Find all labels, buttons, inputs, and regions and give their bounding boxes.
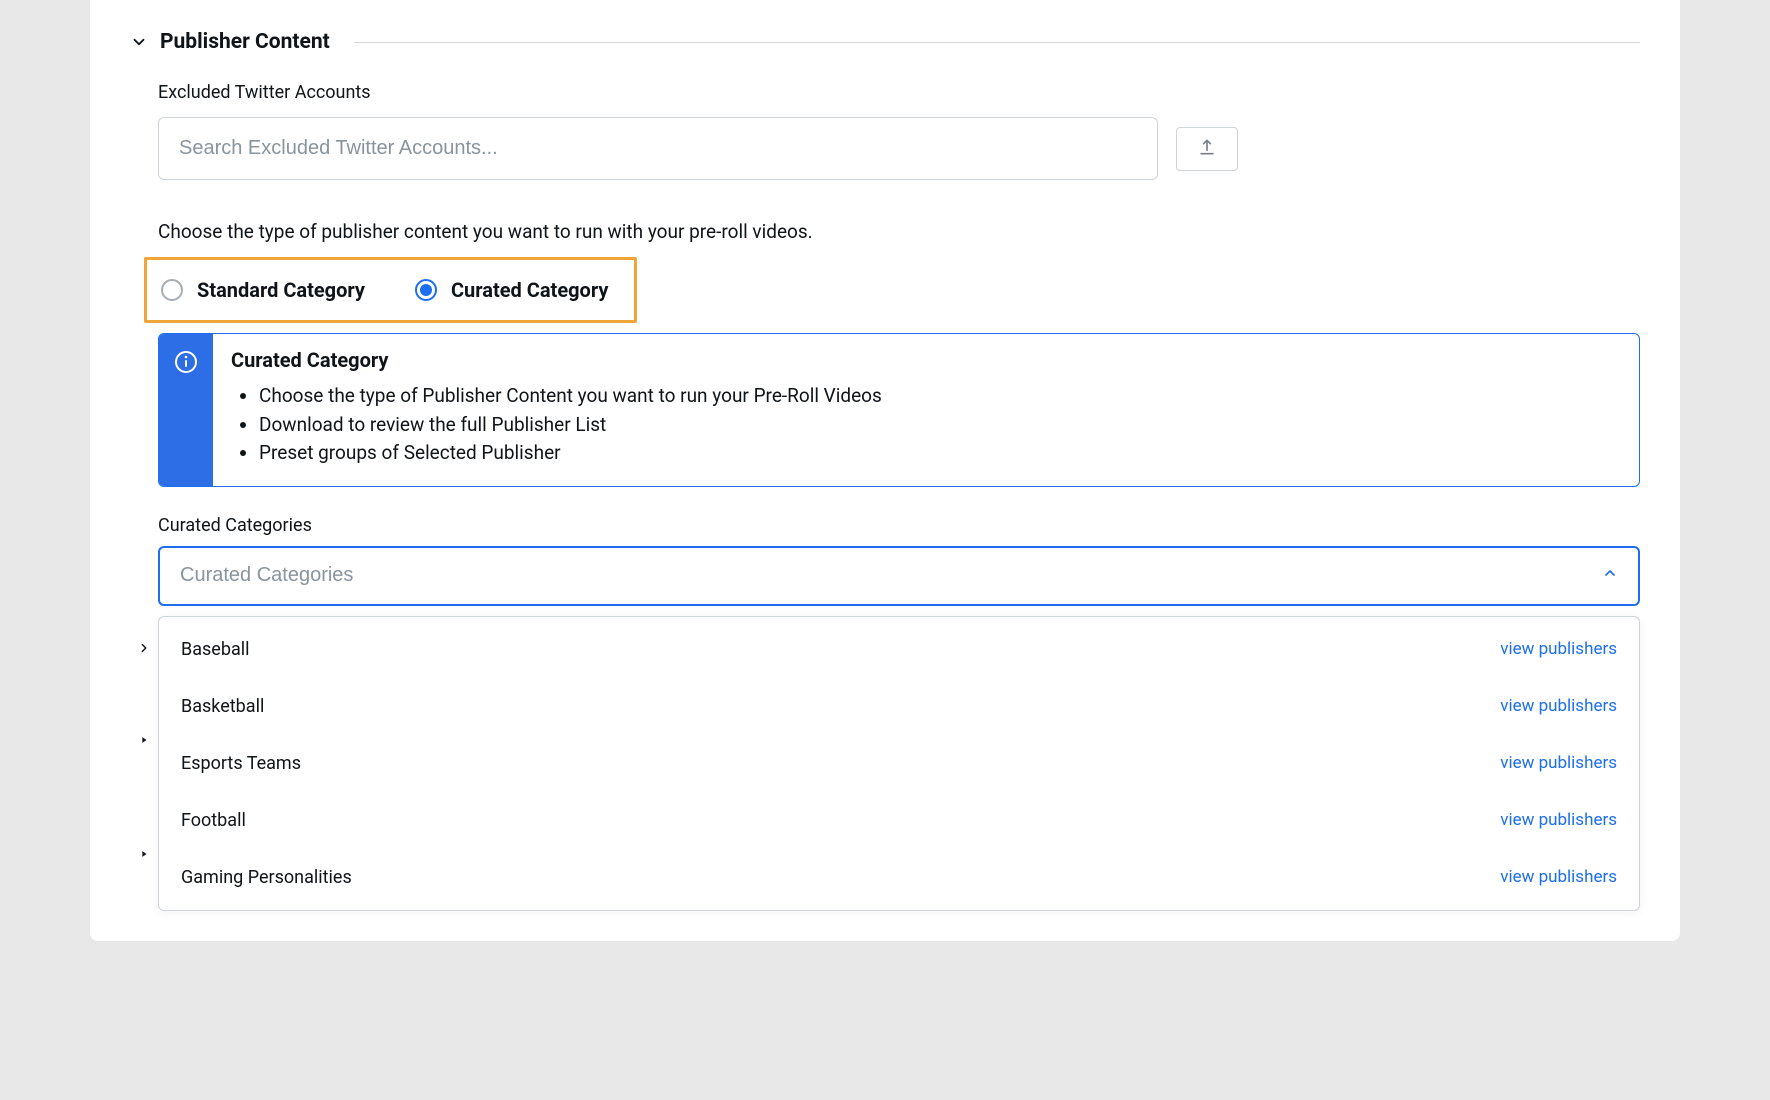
dropdown-item-label: Baseball: [181, 639, 250, 660]
view-publishers-link[interactable]: view publishers: [1500, 696, 1617, 716]
info-bullet: Download to review the full Publisher Li…: [259, 411, 1619, 440]
info-bullet: Choose the type of Publisher Content you…: [259, 382, 1619, 411]
dropdown-item-label: Basketball: [181, 696, 264, 717]
info-bullets: Choose the type of Publisher Content you…: [231, 382, 1619, 468]
view-publishers-link[interactable]: view publishers: [1500, 639, 1617, 659]
dropdown-item-label: Football: [181, 810, 246, 831]
section-header[interactable]: Publisher Content: [130, 30, 1640, 54]
section-title: Publisher Content: [160, 30, 330, 54]
radio-icon: [161, 279, 183, 301]
chevron-down-icon: [130, 33, 148, 51]
chevron-right-icon: [137, 641, 151, 655]
info-card: Curated Category Choose the type of Publ…: [158, 333, 1640, 487]
info-icon-strip: [159, 334, 213, 486]
radio-curated-category[interactable]: Curated Category: [415, 278, 608, 302]
view-publishers-link[interactable]: view publishers: [1500, 810, 1617, 830]
caret-right-icon: [137, 847, 151, 861]
curated-categories-dropdown: Baseball view publishers Basketball view…: [158, 616, 1640, 911]
info-bullet: Preset groups of Selected Publisher: [259, 439, 1619, 468]
curated-categories-field[interactable]: [158, 546, 1640, 606]
dropdown-item-label: Esports Teams: [181, 753, 301, 774]
dropdown-item-esports-teams[interactable]: Esports Teams view publishers: [159, 735, 1639, 792]
upload-button[interactable]: [1176, 127, 1238, 171]
view-publishers-link[interactable]: view publishers: [1500, 867, 1617, 887]
upload-icon: [1197, 137, 1217, 160]
curated-categories-combobox: Baseball view publishers Basketball view…: [158, 546, 1640, 911]
radio-curated-label: Curated Category: [451, 278, 608, 302]
radio-standard-category[interactable]: Standard Category: [161, 278, 365, 302]
info-icon: [174, 350, 198, 486]
curated-categories-input[interactable]: [180, 564, 1602, 587]
caret-right-icon: [137, 733, 151, 747]
divider: [354, 42, 1640, 43]
dropdown-item-label: Gaming Personalities: [181, 867, 352, 888]
radio-standard-label: Standard Category: [197, 278, 365, 302]
chevron-up-icon: [1602, 565, 1618, 586]
info-title: Curated Category: [231, 348, 1619, 372]
dropdown-item-basketball[interactable]: Basketball view publishers: [159, 678, 1639, 735]
category-radio-group: Standard Category Curated Category: [144, 257, 637, 323]
dropdown-item-baseball[interactable]: Baseball view publishers: [159, 621, 1639, 678]
excluded-accounts-label: Excluded Twitter Accounts: [158, 82, 1640, 103]
publisher-content-panel: Publisher Content Excluded Twitter Accou…: [90, 0, 1680, 941]
radio-selected-icon: [415, 279, 437, 301]
dropdown-item-gaming-personalities[interactable]: Gaming Personalities view publishers: [159, 849, 1639, 906]
choose-description: Choose the type of publisher content you…: [158, 220, 1640, 243]
view-publishers-link[interactable]: view publishers: [1500, 753, 1617, 773]
excluded-accounts-input[interactable]: [158, 117, 1158, 180]
dropdown-item-football[interactable]: Football view publishers: [159, 792, 1639, 849]
curated-categories-label: Curated Categories: [158, 515, 1640, 536]
